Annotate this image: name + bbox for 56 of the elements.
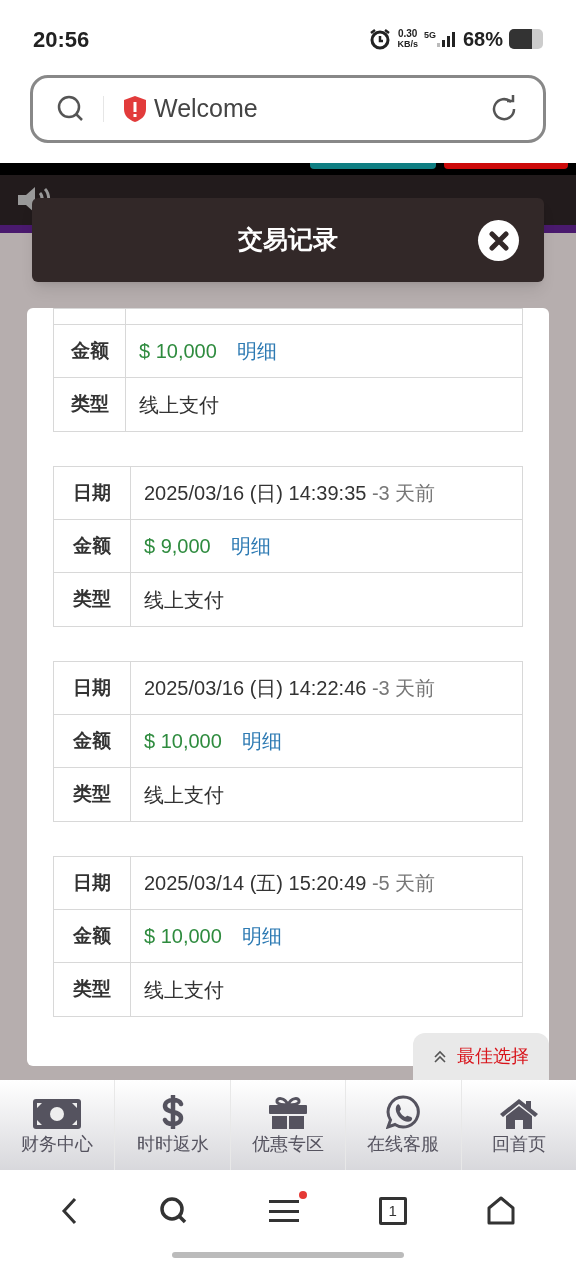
- row-label: 日期: [73, 675, 111, 700]
- best-choice-tab[interactable]: 最佳选择: [413, 1033, 549, 1080]
- type-text: 线上支付: [139, 392, 219, 418]
- network-type: 5G: [423, 31, 436, 40]
- row-label: 金额: [73, 923, 111, 948]
- amount-text: $ 10,000: [139, 339, 217, 364]
- double-chevron-up-icon: [433, 1049, 447, 1064]
- signal-icon: [436, 31, 457, 47]
- phone-chat-icon: [386, 1095, 421, 1129]
- nav-item[interactable]: 时时返水: [114, 1080, 230, 1170]
- warning-shield-icon: [122, 95, 148, 123]
- search-icon: [57, 95, 85, 123]
- page-title: Welcome: [154, 93, 259, 125]
- row-label: 金额: [70, 338, 109, 363]
- row-label: 类型: [70, 392, 109, 417]
- address-bar[interactable]: Welcome: [30, 75, 546, 143]
- row-label: 类型: [73, 782, 111, 807]
- menu-icon[interactable]: [269, 1197, 299, 1225]
- type-text: 线上支付: [144, 782, 224, 808]
- banknote-icon: [33, 1099, 82, 1129]
- battery-icon: [509, 29, 543, 49]
- speed-unit: KB/s: [397, 39, 418, 49]
- nav-item[interactable]: 优惠专区: [229, 1080, 346, 1170]
- type-text: 线上支付: [144, 587, 224, 613]
- gift-icon: [268, 1095, 308, 1129]
- date-text: 2025/03/14 (五) 15:20:49 -5 天前: [144, 871, 436, 896]
- battery-percent: 68%: [462, 27, 503, 52]
- clock-time: 20:56: [33, 25, 90, 54]
- amount-text: $ 10,000: [144, 729, 222, 754]
- alarm-icon: [369, 28, 392, 50]
- date-text: 2025/03/16 (日) 14:22:46 -3 天前: [144, 676, 436, 701]
- nav-item[interactable]: 回首页: [460, 1080, 576, 1170]
- close-icon: [488, 230, 509, 251]
- row-label: 金额: [73, 728, 111, 753]
- nav-item[interactable]: 财务中心: [0, 1080, 115, 1170]
- detail-link[interactable]: 明细: [230, 531, 271, 561]
- home-icon[interactable]: [486, 1196, 517, 1226]
- close-button[interactable]: [478, 220, 519, 261]
- dialog-title: 交易记录: [238, 224, 338, 256]
- type-text: 线上支付: [144, 977, 224, 1003]
- date-text: 2025/03/16 (日) 14:39:35 -3 天前: [144, 481, 436, 506]
- row-label: 金额: [73, 533, 111, 558]
- row-label: 类型: [73, 977, 111, 1002]
- amount-text: $ 9,000: [144, 534, 211, 559]
- tab-count[interactable]: 1: [378, 1197, 407, 1225]
- row-label: 类型: [73, 587, 111, 612]
- detail-link[interactable]: 明细: [236, 336, 277, 366]
- detail-link[interactable]: 明细: [241, 726, 282, 756]
- row-label: 日期: [73, 870, 111, 895]
- home-icon: [498, 1097, 539, 1129]
- dollar-icon: [160, 1095, 185, 1129]
- amount-text: $ 10,000: [144, 924, 222, 949]
- speed-value: 0.30: [397, 29, 418, 39]
- row-label: 日期: [73, 480, 111, 505]
- nav-item[interactable]: 在线客服: [345, 1080, 461, 1170]
- detail-link[interactable]: 明细: [241, 921, 282, 951]
